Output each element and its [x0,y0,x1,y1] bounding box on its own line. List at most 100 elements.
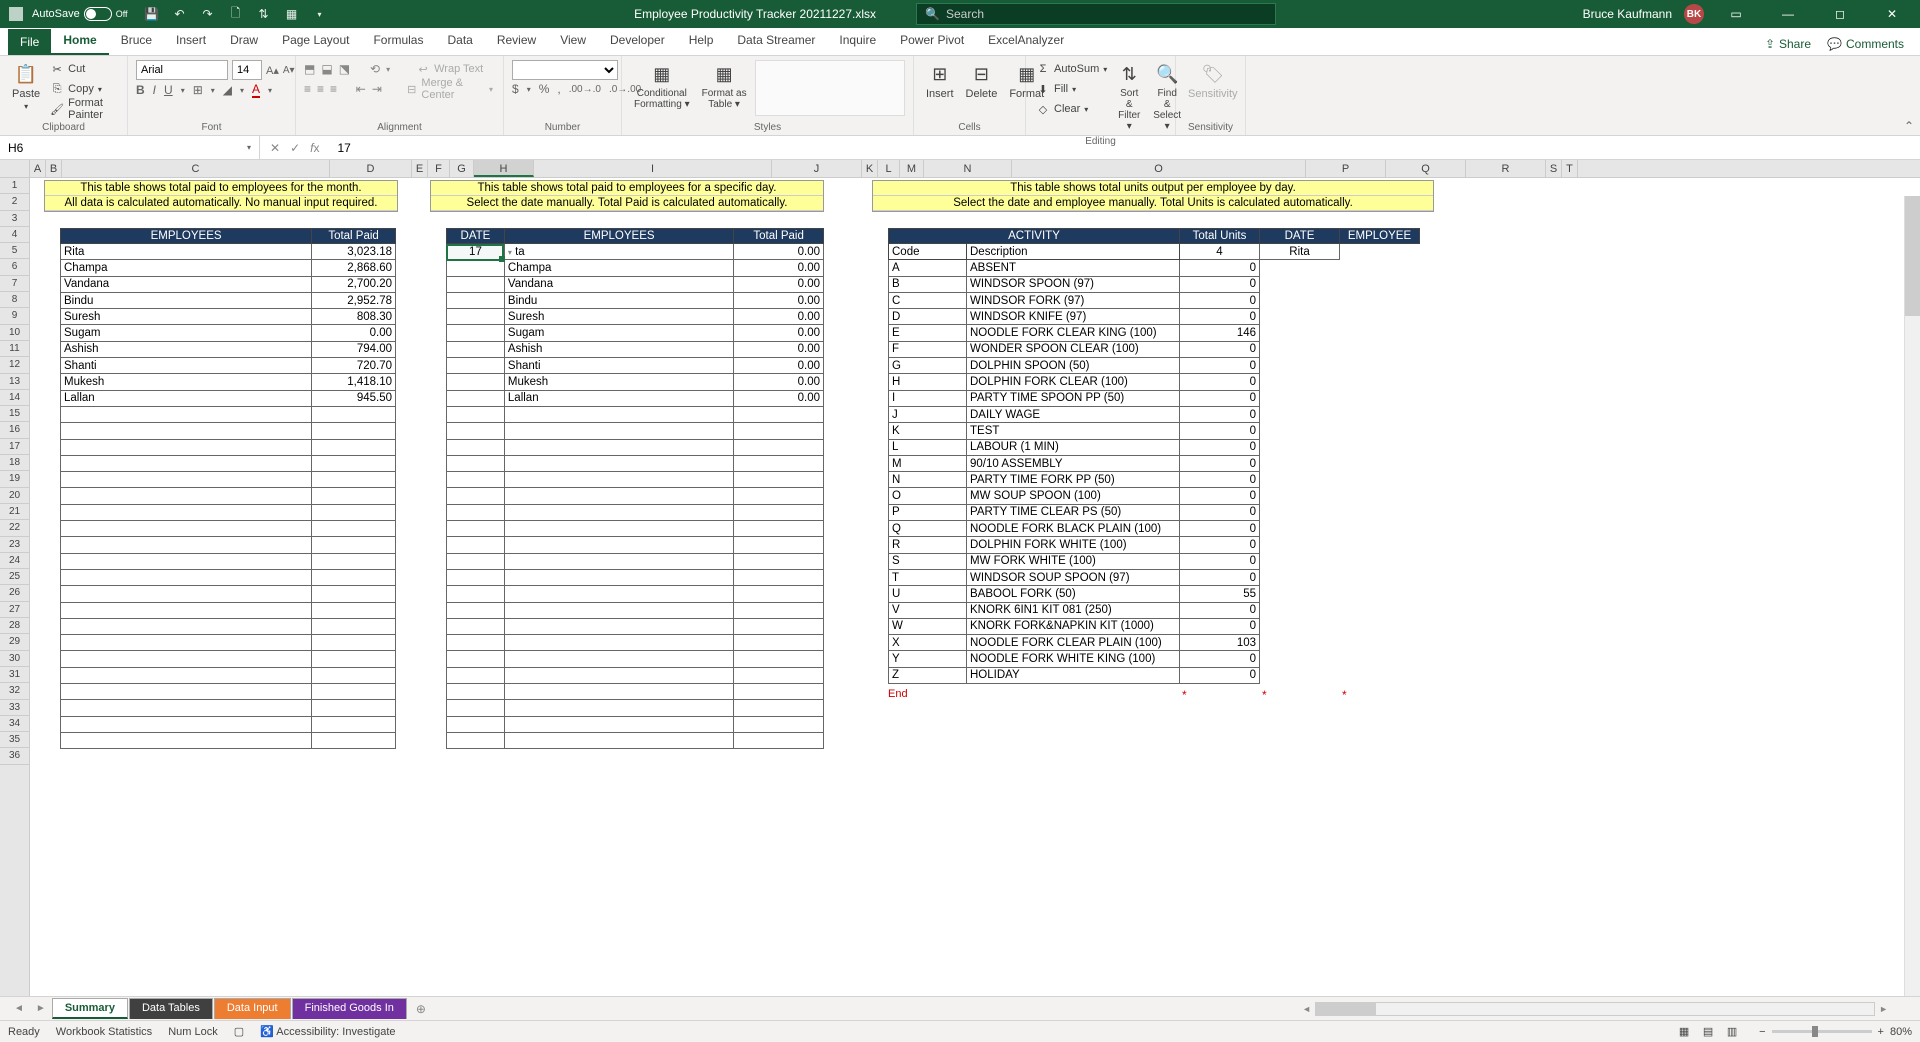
table-cell[interactable]: DOLPHIN FORK CLEAR (100) [967,374,1180,390]
table-cell[interactable]: 0.00 [734,325,824,341]
macro-record-icon[interactable]: ▢ [234,1025,244,1038]
decrease-indent-icon[interactable]: ⇤ [356,82,366,96]
table-cell[interactable] [447,472,505,488]
table-cell[interactable] [61,700,312,716]
table-cell[interactable]: Sugam [61,325,312,341]
row-header[interactable]: 12 [0,357,29,373]
table-cell[interactable] [504,684,733,700]
tab-help[interactable]: Help [677,27,726,55]
table-cell[interactable]: Rita [61,244,312,260]
sheet-tab-data-input[interactable]: Data Input [214,998,291,1019]
row-header[interactable]: 5 [0,243,29,259]
table-cell[interactable]: NOODLE FORK BLACK PLAIN (100) [967,521,1180,537]
new-icon[interactable]: 🗋 [228,6,244,22]
underline-button[interactable]: U [164,83,173,97]
table-cell[interactable] [447,455,505,471]
table-cell[interactable] [312,406,396,422]
table-cell[interactable]: 0 [1180,602,1260,618]
table-cell[interactable]: Shanti [504,358,733,374]
table-cell[interactable] [504,732,733,748]
table-cell[interactable]: 0 [1180,292,1260,308]
table-cell[interactable] [312,504,396,520]
column-header[interactable]: S [1546,160,1562,177]
table-cell[interactable] [61,602,312,618]
table-cell[interactable]: 0.00 [734,260,824,276]
table-cell[interactable]: 945.50 [312,390,396,406]
table-cell[interactable] [447,635,505,651]
tab-page-layout[interactable]: Page Layout [270,27,361,55]
save-icon[interactable]: 💾 [144,6,160,22]
table-cell[interactable] [504,602,733,618]
workbook-stats-button[interactable]: Workbook Statistics [56,1026,152,1038]
table-cell[interactable]: R [889,537,967,553]
tab-draw[interactable]: Draw [218,27,270,55]
sheet-tab-finished-goods-in[interactable]: Finished Goods In [292,998,407,1019]
table-cell[interactable] [734,521,824,537]
cell-styles-gallery[interactable] [755,60,905,116]
table-cell[interactable] [447,276,505,292]
table-cell[interactable]: WINDSOR SPOON (97) [967,276,1180,292]
tab-data[interactable]: Data [435,27,484,55]
table-cell[interactable]: 1,418.10 [312,374,396,390]
undo-icon[interactable]: ↶ [172,6,188,22]
font-name-select[interactable] [136,60,228,80]
table-cell[interactable]: MW FORK WHITE (100) [967,553,1180,569]
align-top-icon[interactable]: ⬒ [304,62,315,76]
tab-insert[interactable]: Insert [164,27,218,55]
table-cell[interactable]: WINDSOR FORK (97) [967,292,1180,308]
font-size-select[interactable] [232,60,262,80]
table-cell[interactable]: Suresh [504,309,733,325]
column-header[interactable]: H [474,160,534,177]
row-header[interactable]: 7 [0,276,29,292]
table-cell[interactable] [504,472,733,488]
share-button[interactable]: ⇪Share [1757,33,1819,55]
table-cell[interactable] [504,586,733,602]
border-icon[interactable]: ⊞ [193,83,203,97]
table-cell[interactable] [447,423,505,439]
table-cell[interactable]: B [889,276,967,292]
cut-button[interactable]: ✂Cut [48,60,119,78]
insert-cells-button[interactable]: ⊞Insert [922,60,958,102]
table-cell[interactable] [447,374,505,390]
table-cell[interactable]: U [889,586,967,602]
table-cell[interactable] [734,618,824,634]
autosave-toggle[interactable]: AutoSave Off [32,7,128,21]
table-cell[interactable]: 0.00 [734,374,824,390]
tab-excelanalyzer[interactable]: ExcelAnalyzer [976,27,1076,55]
row-header[interactable]: 2 [0,194,29,210]
decrease-font-icon[interactable]: A▾ [283,65,295,76]
table-cell[interactable]: Sugam [504,325,733,341]
table-cell[interactable]: H [889,374,967,390]
table-cell[interactable]: BABOOL FORK (50) [967,586,1180,602]
table-cell[interactable] [734,569,824,585]
table-cell[interactable] [734,406,824,422]
page-break-view-icon[interactable]: ▥ [1721,1024,1743,1040]
column-header[interactable]: Q [1386,160,1466,177]
table-cell[interactable]: Mukesh [504,374,733,390]
tab-review[interactable]: Review [485,27,548,55]
row-header[interactable]: 24 [0,553,29,569]
table-cell[interactable] [447,553,505,569]
table-cell[interactable]: ▾ ta [504,244,733,260]
table-cell[interactable]: Q [889,521,967,537]
table-cell[interactable] [447,390,505,406]
column-header[interactable]: N [924,160,1012,177]
tab-developer[interactable]: Developer [598,27,677,55]
table-cell[interactable]: 146 [1180,325,1260,341]
table-cell[interactable]: 0.00 [734,341,824,357]
column-header[interactable]: A [30,160,46,177]
table-cell[interactable]: Lallan [504,390,733,406]
table-cell[interactable] [734,684,824,700]
number-format-select[interactable] [512,60,618,80]
page-layout-view-icon[interactable]: ▤ [1697,1024,1719,1040]
table-cell[interactable]: 0.00 [734,309,824,325]
row-header[interactable]: 28 [0,618,29,634]
row-header[interactable]: 20 [0,488,29,504]
clear-button[interactable]: ◇Clear▾ [1034,100,1109,118]
table-cell[interactable]: I [889,390,967,406]
table-cell[interactable]: 0.00 [734,358,824,374]
table-cell[interactable]: 0.00 [734,292,824,308]
table-cell[interactable]: S [889,553,967,569]
table-cell[interactable]: C [889,292,967,308]
table-cell[interactable] [734,716,824,732]
